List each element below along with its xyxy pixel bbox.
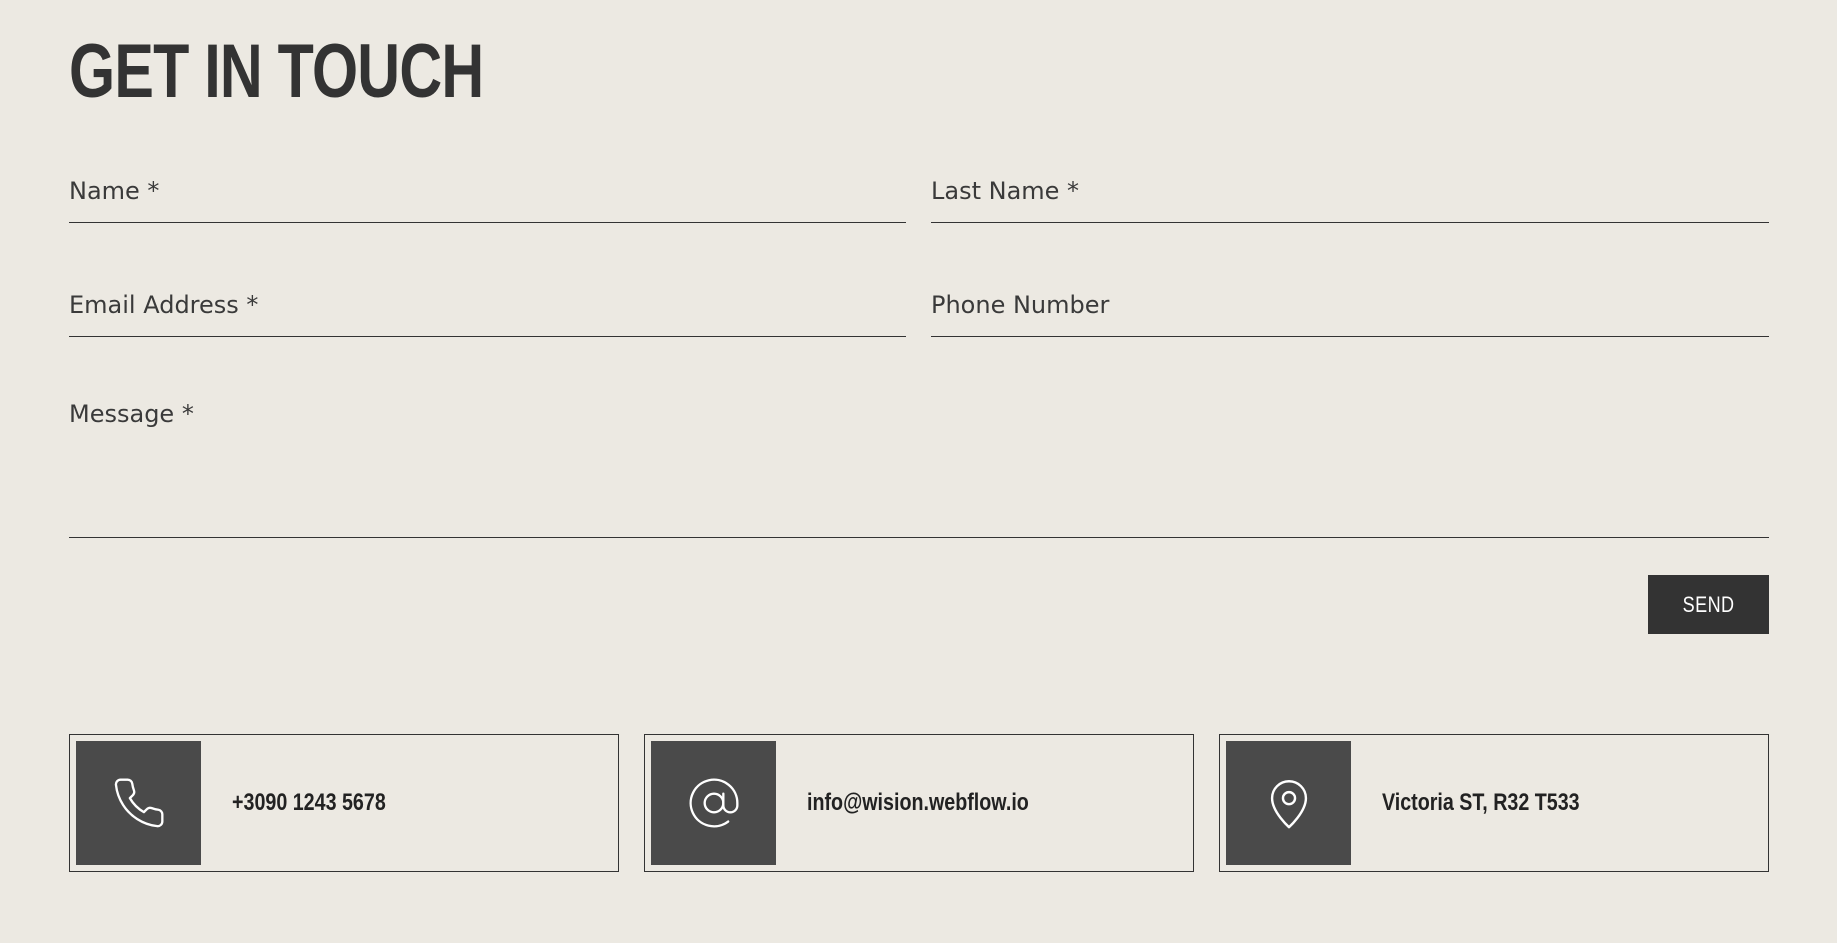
phone-field-wrapper (931, 272, 1769, 337)
phone-input[interactable] (931, 272, 1769, 336)
at-sign-icon (689, 778, 738, 828)
page-title: GET IN TOUCH (69, 29, 484, 114)
phone-icon-tile (76, 741, 201, 865)
contact-address-text: Victoria ST, R32 T533 (1382, 789, 1580, 816)
email-input[interactable] (69, 272, 906, 336)
message-field-wrapper (69, 386, 1769, 538)
contact-card-address: Victoria ST, R32 T533 (1219, 734, 1769, 872)
name-field-wrapper (69, 158, 906, 223)
map-pin-icon (1270, 780, 1307, 829)
email-icon-tile (651, 741, 776, 865)
contact-card-email: info@wision.webflow.io (644, 734, 1194, 872)
email-field-wrapper (69, 272, 906, 337)
phone-icon (114, 778, 164, 828)
message-textarea[interactable] (69, 386, 1769, 537)
contact-email-text[interactable]: info@wision.webflow.io (807, 735, 1029, 871)
name-input[interactable] (69, 158, 906, 222)
send-button-label: SEND (1682, 591, 1735, 617)
contact-phone-text[interactable]: +3090 1243 5678 (232, 735, 386, 871)
last-name-field-wrapper (931, 158, 1769, 223)
address-icon-tile (1226, 741, 1351, 865)
last-name-input[interactable] (931, 158, 1769, 222)
send-button[interactable]: SEND (1648, 575, 1769, 634)
contact-card-phone: +3090 1243 5678 (69, 734, 619, 872)
